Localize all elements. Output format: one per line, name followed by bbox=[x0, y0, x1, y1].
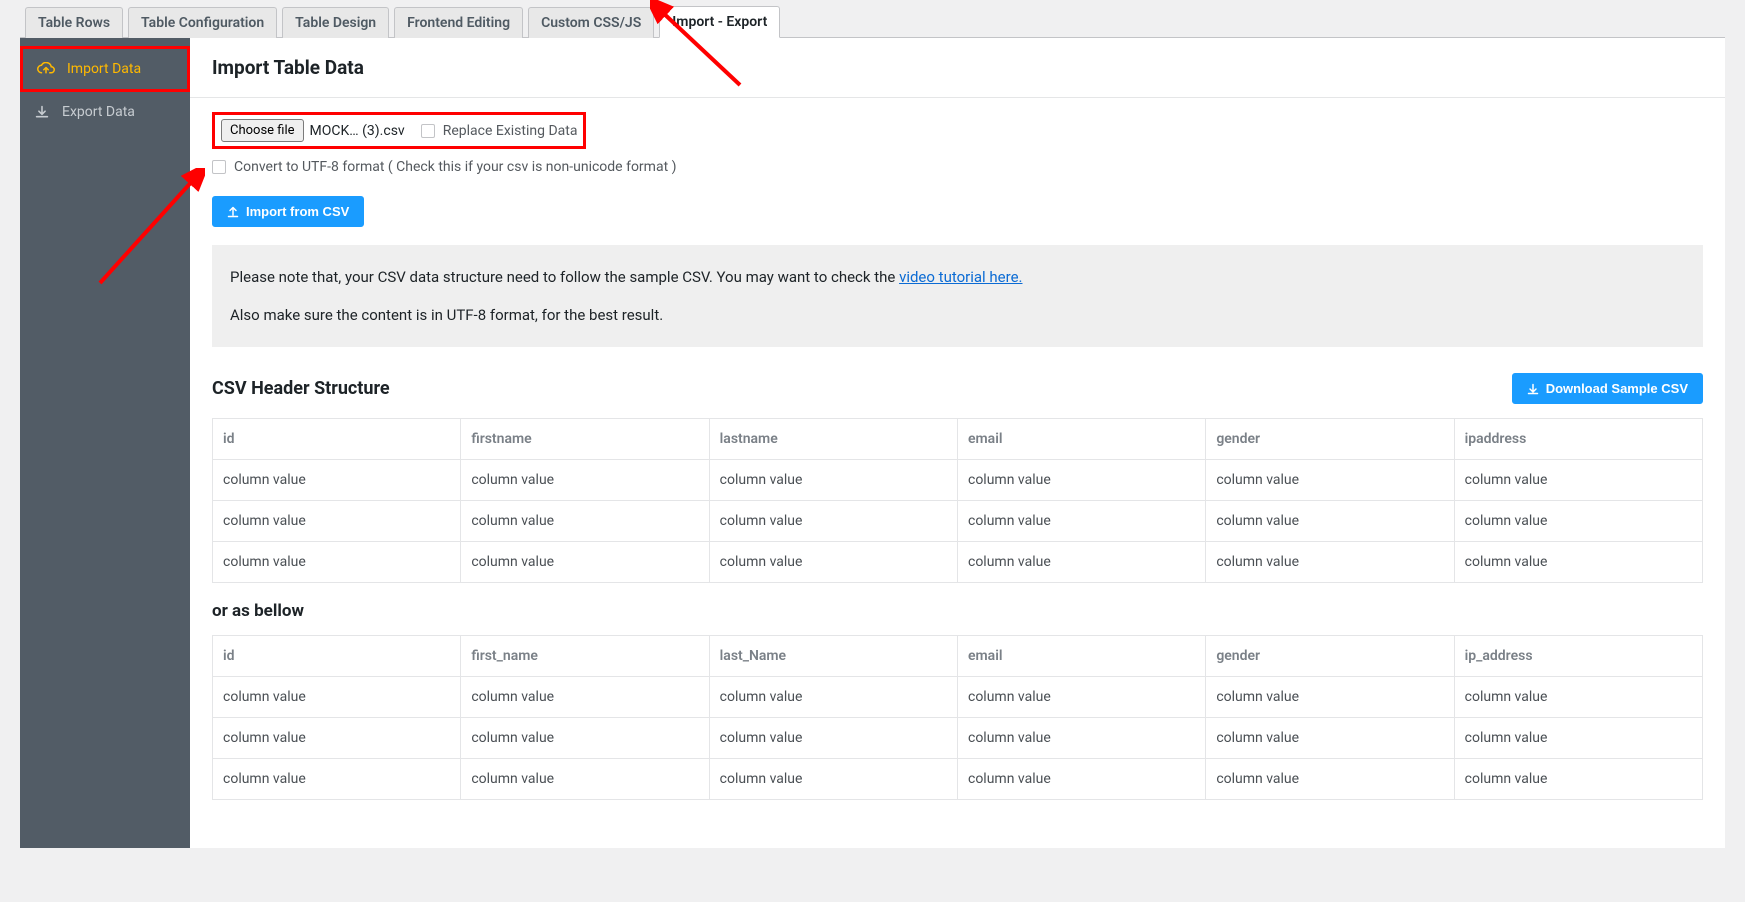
table-cell: column value bbox=[1454, 501, 1702, 542]
table-cell: column value bbox=[213, 460, 461, 501]
table-cell: column value bbox=[461, 501, 709, 542]
cloud-upload-icon bbox=[37, 62, 55, 76]
table-cell: column value bbox=[213, 501, 461, 542]
table-cell: column value bbox=[709, 501, 957, 542]
table-cell: column value bbox=[1206, 718, 1454, 759]
table-row: column value column value column value c… bbox=[213, 677, 1703, 718]
download-sample-label: Download Sample CSV bbox=[1546, 381, 1688, 396]
tab-table-design[interactable]: Table Design bbox=[282, 7, 389, 38]
download-icon bbox=[1527, 383, 1539, 395]
csv-header-structure-title: CSV Header Structure bbox=[212, 378, 390, 399]
table-cell: column value bbox=[461, 677, 709, 718]
tab-custom-css-js[interactable]: Custom CSS/JS bbox=[528, 7, 654, 38]
file-chooser-highlight: Choose file MOCK… (3).csv Replace Existi… bbox=[212, 112, 586, 149]
divider bbox=[190, 97, 1725, 98]
table-cell: column value bbox=[1454, 677, 1702, 718]
table-row: column value column value column value c… bbox=[213, 542, 1703, 583]
table-cell: column value bbox=[213, 677, 461, 718]
or-as-below-label: or as bellow bbox=[212, 601, 1703, 621]
table-row: column value column value column value c… bbox=[213, 460, 1703, 501]
table-header: ip_address bbox=[1454, 636, 1702, 677]
csv-structure-table-2: id first_name last_Name email gender ip_… bbox=[212, 635, 1703, 800]
table-cell: column value bbox=[957, 542, 1205, 583]
table-header: gender bbox=[1206, 419, 1454, 460]
table-cell: column value bbox=[1206, 759, 1454, 800]
table-cell: column value bbox=[213, 759, 461, 800]
table-cell: column value bbox=[1206, 542, 1454, 583]
table-row: column value column value column value c… bbox=[213, 718, 1703, 759]
utf8-checkbox[interactable]: Convert to UTF-8 format ( Check this if … bbox=[212, 159, 677, 175]
table-header: email bbox=[957, 636, 1205, 677]
download-icon bbox=[34, 105, 50, 119]
table-cell: column value bbox=[709, 460, 957, 501]
table-cell: column value bbox=[213, 542, 461, 583]
csv-structure-table-1: id firstname lastname email gender ipadd… bbox=[212, 418, 1703, 583]
tab-import-export[interactable]: Import - Export bbox=[659, 6, 780, 38]
download-sample-csv-button[interactable]: Download Sample CSV bbox=[1512, 373, 1703, 404]
sidebar-item-export-data[interactable]: Export Data bbox=[20, 92, 190, 132]
table-header: last_Name bbox=[709, 636, 957, 677]
notice-text: Please note that, your CSV data structur… bbox=[230, 268, 899, 286]
utf8-label: Convert to UTF-8 format ( Check this if … bbox=[234, 159, 677, 175]
import-content: Import Table Data Choose file MOCK… (3).… bbox=[190, 38, 1725, 848]
video-tutorial-link[interactable]: video tutorial here. bbox=[899, 268, 1022, 286]
tab-table-configuration[interactable]: Table Configuration bbox=[128, 7, 277, 38]
table-cell: column value bbox=[709, 718, 957, 759]
table-cell: column value bbox=[461, 718, 709, 759]
checkbox-icon bbox=[421, 124, 435, 138]
checkbox-icon bbox=[212, 160, 226, 174]
table-header: lastname bbox=[709, 419, 957, 460]
table-header: first_name bbox=[461, 636, 709, 677]
top-tab-bar: Table Rows Table Configuration Table Des… bbox=[20, 0, 1725, 38]
tab-frontend-editing[interactable]: Frontend Editing bbox=[394, 7, 523, 38]
table-header: gender bbox=[1206, 636, 1454, 677]
table-cell: column value bbox=[461, 460, 709, 501]
table-cell: column value bbox=[1206, 460, 1454, 501]
replace-existing-checkbox[interactable]: Replace Existing Data bbox=[421, 123, 578, 139]
notice-text-2: Also make sure the content is in UTF-8 f… bbox=[230, 303, 1685, 327]
table-cell: column value bbox=[1206, 501, 1454, 542]
table-cell: column value bbox=[1454, 718, 1702, 759]
table-cell: column value bbox=[957, 501, 1205, 542]
table-cell: column value bbox=[957, 460, 1205, 501]
table-cell: column value bbox=[957, 677, 1205, 718]
import-from-csv-button[interactable]: Import from CSV bbox=[212, 196, 364, 227]
sidebar-item-label: Import Data bbox=[67, 61, 141, 77]
table-cell: column value bbox=[709, 759, 957, 800]
replace-existing-label: Replace Existing Data bbox=[443, 123, 578, 139]
table-row: column value column value column value c… bbox=[213, 759, 1703, 800]
table-cell: column value bbox=[957, 718, 1205, 759]
table-cell: column value bbox=[213, 718, 461, 759]
table-header: email bbox=[957, 419, 1205, 460]
import-button-label: Import from CSV bbox=[246, 204, 349, 219]
csv-notice: Please note that, your CSV data structur… bbox=[212, 245, 1703, 347]
panel-container: Import Data Export Data Import Table Dat… bbox=[20, 38, 1725, 848]
choose-file-button[interactable]: Choose file bbox=[221, 119, 304, 142]
table-cell: column value bbox=[957, 759, 1205, 800]
upload-icon bbox=[227, 206, 239, 218]
table-cell: column value bbox=[461, 542, 709, 583]
settings-sidebar: Import Data Export Data bbox=[20, 38, 190, 848]
table-cell: column value bbox=[1206, 677, 1454, 718]
sidebar-item-label: Export Data bbox=[62, 104, 135, 120]
chosen-file-name: MOCK… (3).csv bbox=[310, 123, 405, 139]
table-header: ipaddress bbox=[1454, 419, 1702, 460]
table-cell: column value bbox=[1454, 542, 1702, 583]
page-title: Import Table Data bbox=[212, 56, 1703, 79]
tab-table-rows[interactable]: Table Rows bbox=[25, 7, 123, 38]
table-header: id bbox=[213, 419, 461, 460]
table-row: column value column value column value c… bbox=[213, 501, 1703, 542]
table-header: firstname bbox=[461, 419, 709, 460]
table-cell: column value bbox=[709, 542, 957, 583]
table-cell: column value bbox=[461, 759, 709, 800]
table-header: id bbox=[213, 636, 461, 677]
table-cell: column value bbox=[1454, 759, 1702, 800]
sidebar-item-import-data[interactable]: Import Data bbox=[20, 46, 190, 92]
table-cell: column value bbox=[1454, 460, 1702, 501]
table-cell: column value bbox=[709, 677, 957, 718]
